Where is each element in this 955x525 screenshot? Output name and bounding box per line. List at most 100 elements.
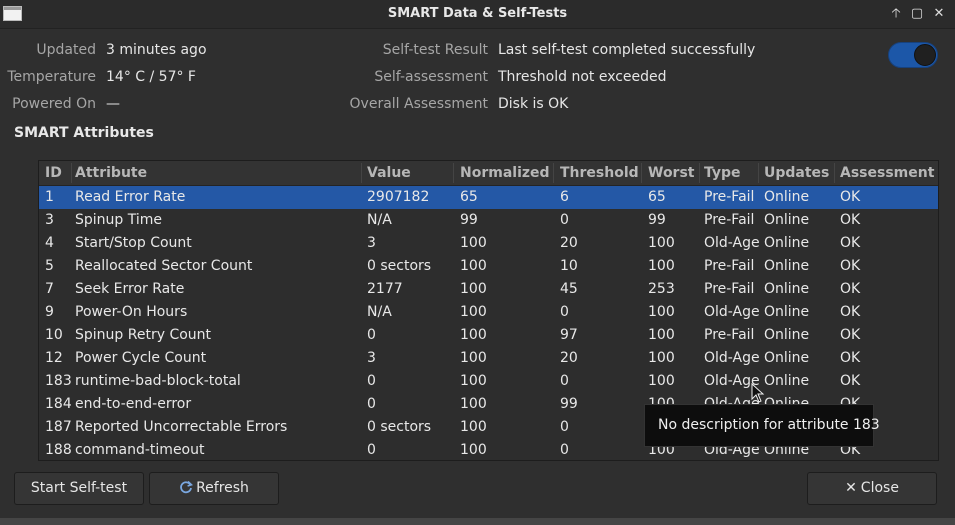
- table-row[interactable]: 4 Start/Stop Count 3 100 20 100 Old-Age Online O…: [39, 232, 938, 255]
- cell-normalized: 100: [460, 304, 487, 320]
- table-row[interactable]: 9 Power-On Hours N/A 100 0 100 Old-Age Online OK: [39, 301, 938, 324]
- column-header-attribute[interactable]: Attribute: [75, 165, 147, 181]
- cell-attribute: runtime-bad-block-total: [75, 373, 241, 389]
- cell-value: N/A: [367, 212, 392, 228]
- cell-value: 0 sectors: [367, 419, 432, 435]
- cell-type: Pre-Fail: [704, 189, 755, 205]
- column-header-type[interactable]: Type: [704, 165, 741, 181]
- cell-normalized: 100: [460, 442, 487, 458]
- cell-value: 2907182: [367, 189, 430, 205]
- table-row[interactable]: 183 runtime-bad-block-total 0 100 0 100 Old-Ag…: [39, 370, 938, 393]
- selftest-result-label: Self-test Result: [382, 42, 488, 58]
- cell-updates: Online: [764, 235, 810, 251]
- cell-worst: 100: [648, 258, 675, 274]
- window-bottom-edge: [0, 518, 955, 525]
- cell-value: 2177: [367, 281, 403, 297]
- column-separator[interactable]: [453, 163, 454, 183]
- cell-assessment: OK: [840, 304, 861, 320]
- self-assessment-value: Threshold not exceeded: [498, 69, 667, 85]
- cell-type: Pre-Fail: [704, 327, 755, 343]
- cell-threshold: 6: [560, 189, 569, 205]
- cell-worst: 253: [648, 281, 675, 297]
- table-row[interactable]: 7 Seek Error Rate 2177 100 45 253 Pre-Fail Onli…: [39, 278, 938, 301]
- cell-id: 7: [45, 281, 54, 297]
- column-separator[interactable]: [834, 163, 835, 183]
- table-row[interactable]: 10 Spinup Retry Count 0 100 97 100 Pre-Fail Onl…: [39, 324, 938, 347]
- table-row[interactable]: 1 Read Error Rate 2907182 65 6 65 Pre-Fail Onli…: [39, 186, 938, 209]
- powered-on-label: Powered On: [12, 96, 96, 112]
- cell-id: 9: [45, 304, 54, 320]
- column-separator[interactable]: [71, 163, 72, 183]
- cell-attribute: Start/Stop Count: [75, 235, 192, 251]
- overall-assessment-label: Overall Assessment: [349, 96, 488, 112]
- cell-normalized: 100: [460, 419, 487, 435]
- window-close-icon[interactable]: ✕: [930, 5, 948, 23]
- cell-attribute: Power Cycle Count: [75, 350, 207, 366]
- cell-updates: Online: [764, 212, 810, 228]
- smart-attributes-heading: SMART Attributes: [14, 125, 154, 141]
- column-header-assessment[interactable]: Assessment: [840, 165, 934, 181]
- cell-type: Pre-Fail: [704, 281, 755, 297]
- table-row[interactable]: 5 Reallocated Sector Count 0 sectors 100 10 1…: [39, 255, 938, 278]
- cell-attribute: Spinup Retry Count: [75, 327, 212, 343]
- column-separator[interactable]: [361, 163, 362, 183]
- table-row[interactable]: 12 Power Cycle Count 3 100 20 100 Old-Age Onlin…: [39, 347, 938, 370]
- cell-attribute: end-to-end-error: [75, 396, 192, 412]
- column-header-threshold[interactable]: Threshold: [560, 165, 639, 181]
- close-label: Close: [860, 480, 899, 496]
- column-separator[interactable]: [641, 163, 642, 183]
- self-assessment-label: Self-assessment: [374, 69, 488, 85]
- updated-value: 3 minutes ago: [106, 42, 207, 58]
- cell-id: 184: [45, 396, 72, 412]
- smart-enabled-toggle[interactable]: [888, 42, 938, 68]
- cell-normalized: 65: [460, 189, 478, 205]
- cell-threshold: 45: [560, 281, 578, 297]
- cell-id: 12: [45, 350, 63, 366]
- cell-value: 3: [367, 350, 376, 366]
- selftest-result-value: Last self-test completed successfully: [498, 42, 756, 58]
- column-header-id[interactable]: ID: [45, 165, 62, 181]
- cell-value: 0 sectors: [367, 258, 432, 274]
- cell-id: 188: [45, 442, 72, 458]
- cell-threshold: 0: [560, 442, 569, 458]
- column-separator[interactable]: [758, 163, 759, 183]
- cell-threshold: 97: [560, 327, 578, 343]
- column-separator[interactable]: [553, 163, 554, 183]
- cell-normalized: 100: [460, 258, 487, 274]
- cell-worst: 100: [648, 304, 675, 320]
- cell-updates: Online: [764, 258, 810, 274]
- cell-threshold: 0: [560, 419, 569, 435]
- table-row[interactable]: 3 Spinup Time N/A 99 0 99 Pre-Fail Online OK: [39, 209, 938, 232]
- cell-assessment: OK: [840, 281, 861, 297]
- cell-id: 3: [45, 212, 54, 228]
- refresh-label: Refresh: [196, 480, 249, 496]
- cell-assessment: OK: [840, 373, 861, 389]
- cell-updates: Online: [764, 373, 810, 389]
- cell-threshold: 10: [560, 258, 578, 274]
- column-header-worst[interactable]: Worst: [648, 165, 695, 181]
- cell-value: 0: [367, 396, 376, 412]
- cell-type: Pre-Fail: [704, 258, 755, 274]
- cell-id: 10: [45, 327, 63, 343]
- column-header-value[interactable]: Value: [367, 165, 411, 181]
- cell-attribute: command-timeout: [75, 442, 205, 458]
- window-title: SMART Data & Self-Tests: [387, 6, 568, 21]
- keep-above-icon[interactable]: 🡡: [887, 5, 905, 23]
- column-header-normalized[interactable]: Normalized: [460, 165, 550, 181]
- cell-threshold: 0: [560, 304, 569, 320]
- column-header-updates[interactable]: Updates: [764, 165, 829, 181]
- cell-attribute: Read Error Rate: [75, 189, 186, 205]
- column-separator[interactable]: [699, 163, 700, 183]
- cell-attribute: Seek Error Rate: [75, 281, 185, 297]
- start-self-test-button[interactable]: Start Self-test: [14, 472, 144, 505]
- cell-worst: 100: [648, 373, 675, 389]
- maximize-icon[interactable]: ▢: [908, 5, 926, 23]
- cell-attribute: Reallocated Sector Count: [75, 258, 253, 274]
- start-self-test-label: Start Self-test: [30, 480, 128, 496]
- overall-assessment-value: Disk is OK: [498, 96, 569, 112]
- refresh-button[interactable]: Refresh: [149, 472, 279, 505]
- close-button[interactable]: ✕ Close: [807, 472, 937, 505]
- cell-threshold: 20: [560, 235, 578, 251]
- temperature-label: Temperature: [7, 69, 96, 85]
- updated-label: Updated: [36, 42, 96, 58]
